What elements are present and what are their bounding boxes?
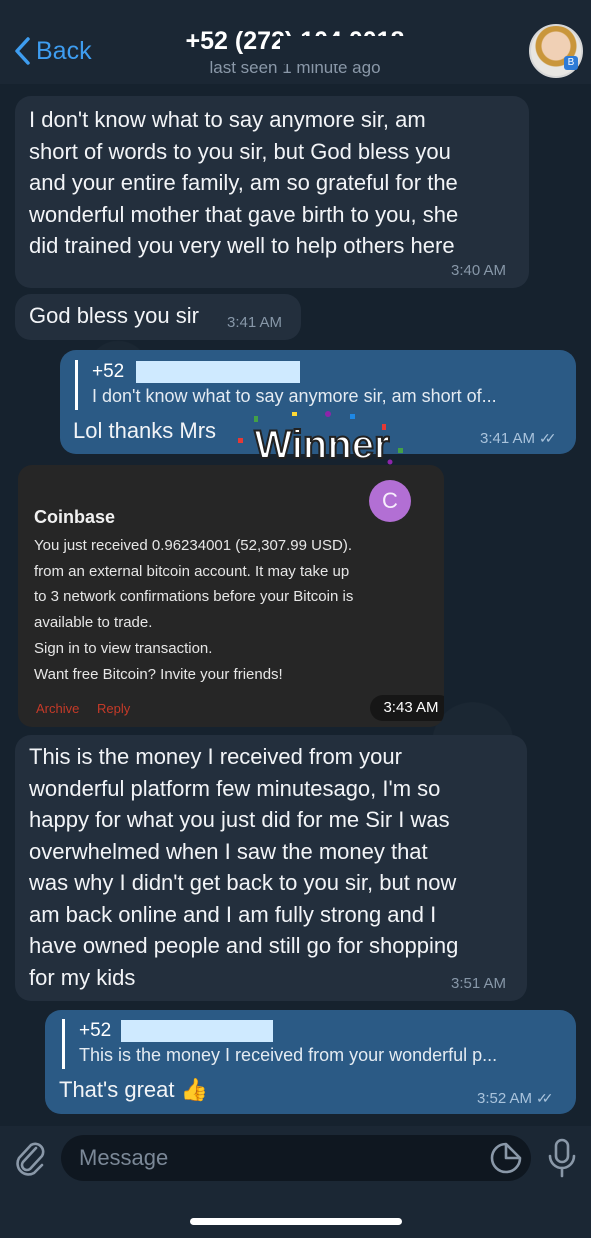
notification-actions: Archive Reply (36, 701, 144, 716)
message-time: 3:43 AM (370, 695, 444, 721)
sticker-label: Winner (254, 423, 389, 467)
message-time: 3:41 AM (227, 314, 283, 331)
message-line: overwhelmed when I saw the money that (29, 838, 428, 864)
message-line: short of words to you sir, but God bless… (29, 138, 451, 164)
notification-line: from an external bitcoin account. It may… (34, 562, 350, 580)
notification-line: Sign in to view transaction. (34, 639, 213, 657)
redaction-bar (136, 361, 300, 383)
message-line: happy for what you just did for me Sir I… (29, 807, 450, 832)
message-time-text: 3:41 AM (480, 430, 536, 447)
message-text: This is the money I received from your w… (29, 741, 458, 993)
notification-line: to 3 network confirmations before your B… (34, 588, 354, 606)
message-time: 3:52 AM ✓✓ (477, 1090, 554, 1107)
reply-snippet: This is the money I received from your w… (79, 1045, 498, 1065)
message-time: 3:40 AM (451, 262, 507, 279)
coinbase-body: You just received 0.96234001 (52,307.99 … (34, 533, 414, 687)
back-button[interactable]: Back (10, 34, 92, 68)
redaction-bar (121, 1020, 273, 1042)
message-line: wonderful mother that gave birth to you,… (29, 201, 459, 227)
microphone-icon[interactable] (544, 1136, 580, 1180)
message-text: Lol thanks Mrs (73, 418, 217, 443)
notification-line: available to trade. (34, 614, 153, 632)
message-line: wonderful platform few minutesago, I'm s… (29, 775, 441, 801)
message-text-content: That's great (59, 1077, 175, 1102)
message-bubble-incoming[interactable]: This is the money I received from your w… (15, 735, 527, 1001)
message-bubble-outgoing[interactable]: +52 This is the money I received from yo… (45, 1010, 576, 1114)
message-line: This is the money I received from your (29, 744, 402, 769)
double-check-icon: ✓✓ (536, 1090, 554, 1106)
thumbs-up-icon: 👍 (180, 1077, 209, 1102)
archive-action: Archive (36, 701, 80, 716)
message-line: have owned people and still go for shopp… (29, 933, 459, 958)
reply-action: Reply (96, 701, 131, 716)
coinbase-screenshot[interactable]: C Coinbase You just received 0.96234001 … (18, 465, 444, 727)
message-line: for my kids (29, 964, 136, 990)
notification-line: You just received 0.96234001 (52,307.99 … (34, 537, 352, 554)
message-line: I don't know what to say anymore sir, am (29, 107, 426, 132)
message-line: and your entire family, am so grateful f… (29, 170, 458, 195)
coinbase-avatar: C (369, 480, 411, 522)
reply-snippet: I don't know what to say anymore sir, am… (92, 386, 497, 406)
message-text: I don't know what to say anymore sir, am… (29, 104, 458, 262)
message-line: am back online and I am fully strong and… (29, 901, 437, 927)
message-line: was why I didn't get back to you sir, bu… (29, 870, 457, 895)
message-time-text: 3:52 AM (477, 1090, 533, 1107)
coinbase-title: Coinbase (34, 507, 116, 527)
message-text: That's great 👍 (59, 1074, 208, 1106)
back-label: Back (36, 36, 92, 65)
message-time: 3:51 AM (451, 975, 507, 992)
paperclip-icon[interactable] (12, 1138, 48, 1178)
redaction-bar (280, 36, 422, 64)
message-text: God bless you sir (29, 303, 199, 328)
notification-line: Want free Bitcoin? Invite your friends! (34, 665, 283, 683)
message-bubble-incoming[interactable]: I don't know what to say anymore sir, am… (15, 96, 529, 288)
avatar-badge: B (564, 56, 578, 70)
message-time: 3:41 AM ✓✓ (480, 430, 557, 447)
chevron-left-icon (15, 37, 30, 65)
double-check-icon: ✓✓ (539, 430, 557, 446)
home-indicator[interactable] (190, 1218, 402, 1225)
chat-header: Back +52 (272) 104 0018 last seen 1 minu… (0, 0, 591, 84)
message-input[interactable] (61, 1135, 531, 1181)
sticker-icon[interactable] (488, 1140, 524, 1176)
message-line: did trained you very well to help others… (29, 233, 455, 258)
message-bubble-incoming[interactable]: God bless you sir 3:41 AM (15, 294, 301, 340)
